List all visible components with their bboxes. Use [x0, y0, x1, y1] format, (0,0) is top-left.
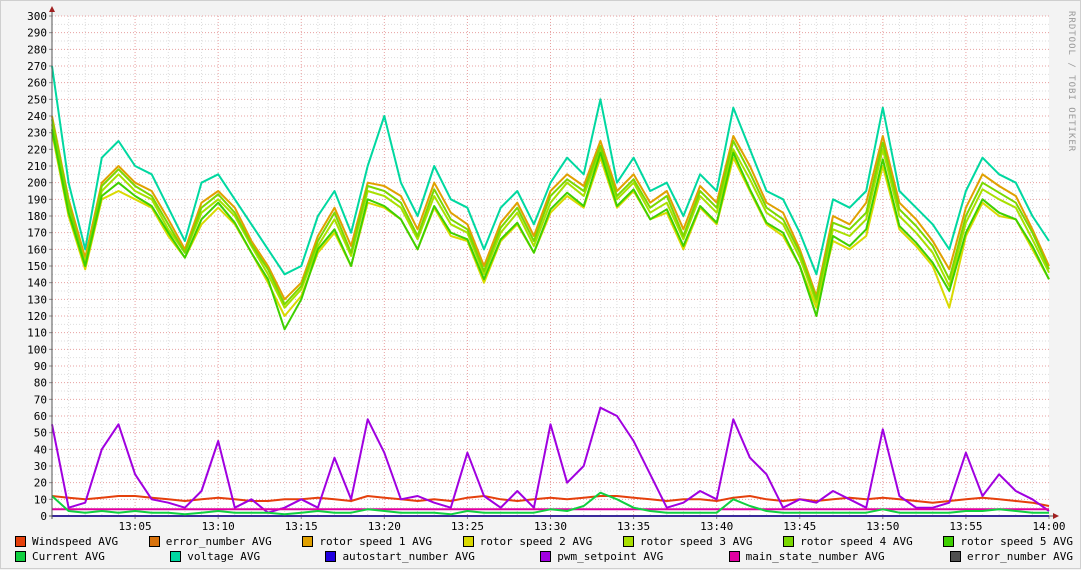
rrd-graph: 0 10 20 30 40 50 60 70 80 90 100 110 120 130 140 150 160…	[0, 0, 1081, 569]
legend-item: rotor speed 5 AVG	[943, 535, 1073, 548]
y-tick-label: 80	[34, 377, 47, 390]
y-tick-label: 10	[34, 493, 47, 506]
y-tick-label: 230	[27, 127, 47, 140]
legend-label: error_number AVG	[165, 535, 272, 548]
y-tick-label: 300	[27, 10, 47, 23]
legend-item: rotor speed 1 AVG	[302, 535, 432, 548]
y-tick-label: 270	[27, 60, 47, 73]
legend-swatch	[148, 536, 160, 547]
y-tick-label: 160	[27, 243, 47, 256]
legend-label: Windspeed AVG	[32, 535, 119, 548]
x-tick-label: 13:45	[783, 520, 816, 533]
x-tick-label: 13:30	[534, 520, 567, 533]
legend-swatch	[325, 551, 337, 562]
x-tick-label: 13:50	[866, 520, 899, 533]
x-tick-label: 13:15	[285, 520, 318, 533]
y-tick-label: 280	[27, 43, 47, 56]
legend-row-1: Windspeed AVG error_number AVG rotor speed…	[15, 535, 1073, 548]
x-tick-label: 13:10	[202, 520, 235, 533]
legend-label: rotor speed 2 AVG	[479, 535, 593, 548]
y-tick-label: 210	[27, 160, 47, 173]
y-tick-label: 200	[27, 177, 47, 190]
y-axis-arrow-icon	[49, 6, 55, 12]
y-tick-label: 60	[34, 410, 47, 423]
y-tick-label: 90	[34, 360, 47, 373]
legend-label: rotor speed 5 AVG	[960, 535, 1073, 548]
legend-label: rotor speed 3 AVG	[639, 535, 753, 548]
legend-item: error_number AVG	[950, 550, 1073, 563]
legend-label: rotor speed 4 AVG	[800, 535, 913, 548]
legend-swatch	[950, 551, 962, 562]
legend-swatch	[728, 551, 740, 562]
legend-label: main_state_number AVG	[745, 550, 885, 563]
legend-item: rotor speed 4 AVG	[783, 535, 913, 548]
y-tick-label: 70	[34, 393, 47, 406]
y-tick-label: 40	[34, 443, 47, 456]
legend-swatch	[15, 536, 26, 547]
y-tick-label: 0	[40, 510, 47, 523]
legend-item: voltage AVG	[170, 550, 260, 563]
y-tick-label: 130	[27, 293, 47, 306]
legend-label: voltage AVG	[187, 550, 261, 563]
y-tick-label: 250	[27, 93, 47, 106]
legend-item: rotor speed 3 AVG	[622, 535, 753, 548]
legend-swatch	[302, 536, 314, 547]
legend-swatch	[943, 536, 955, 547]
x-tick-label: 13:25	[451, 520, 484, 533]
y-tick-label: 240	[27, 110, 47, 123]
x-tick-label: 13:05	[119, 520, 152, 533]
legend-item: pwm_setpoint AVG	[540, 550, 663, 563]
legend-label: Current AVG	[32, 550, 105, 563]
x-tick-label: 13:40	[700, 520, 733, 533]
legend-item: error_number AVG	[148, 535, 272, 548]
y-tick-label: 150	[27, 260, 47, 273]
y-tick-label: 180	[27, 210, 47, 223]
legend-swatch	[783, 536, 795, 547]
y-tick-label: 220	[27, 143, 47, 156]
legend-item: rotor speed 2 AVG	[462, 535, 593, 548]
y-tick-label: 110	[27, 327, 47, 340]
legend-item: Windspeed AVG	[15, 535, 118, 548]
legend-label: rotor speed 1 AVG	[319, 535, 432, 548]
legend-swatch	[462, 536, 474, 547]
y-tick-label: 290	[27, 27, 47, 40]
x-tick-label: 13:20	[368, 520, 401, 533]
y-tick-label: 120	[27, 310, 47, 323]
legend-item: Current AVG	[15, 550, 105, 563]
y-tick-label: 50	[34, 427, 47, 440]
legend-swatch	[540, 551, 552, 562]
x-tick-label: 13:35	[617, 520, 650, 533]
x-tick-label: 13:55	[949, 520, 982, 533]
legend-swatch	[15, 551, 26, 562]
y-tick-label: 140	[27, 277, 47, 290]
legend-label: pwm_setpoint AVG	[557, 550, 664, 563]
y-tick-label: 170	[27, 227, 47, 240]
legend-swatch	[622, 536, 634, 547]
legend-row-2: Current AVG voltage AVG autostart_number A…	[15, 550, 1073, 563]
y-tick-label: 20	[34, 477, 47, 490]
legend-label: autostart_number AVG	[342, 550, 475, 563]
legend-item: autostart_number AVG	[325, 550, 475, 563]
watermark: RRDTOOL / TOBI OETIKER	[1066, 11, 1076, 153]
legend-swatch	[170, 551, 182, 562]
legend-label: error_number AVG	[967, 550, 1073, 563]
legend-item: main_state_number AVG	[728, 550, 885, 563]
x-tick-label: 14:00	[1032, 520, 1065, 533]
x-axis-arrow-icon	[1053, 513, 1059, 519]
y-tick-label: 190	[27, 193, 47, 206]
y-tick-label: 30	[34, 460, 47, 473]
y-tick-label: 100	[27, 343, 47, 356]
y-tick-label: 260	[27, 77, 47, 90]
chart-plot: 0 10 20 30 40 50 60 70 80 90 100 110 120 130 140 150 160…	[27, 6, 1066, 533]
